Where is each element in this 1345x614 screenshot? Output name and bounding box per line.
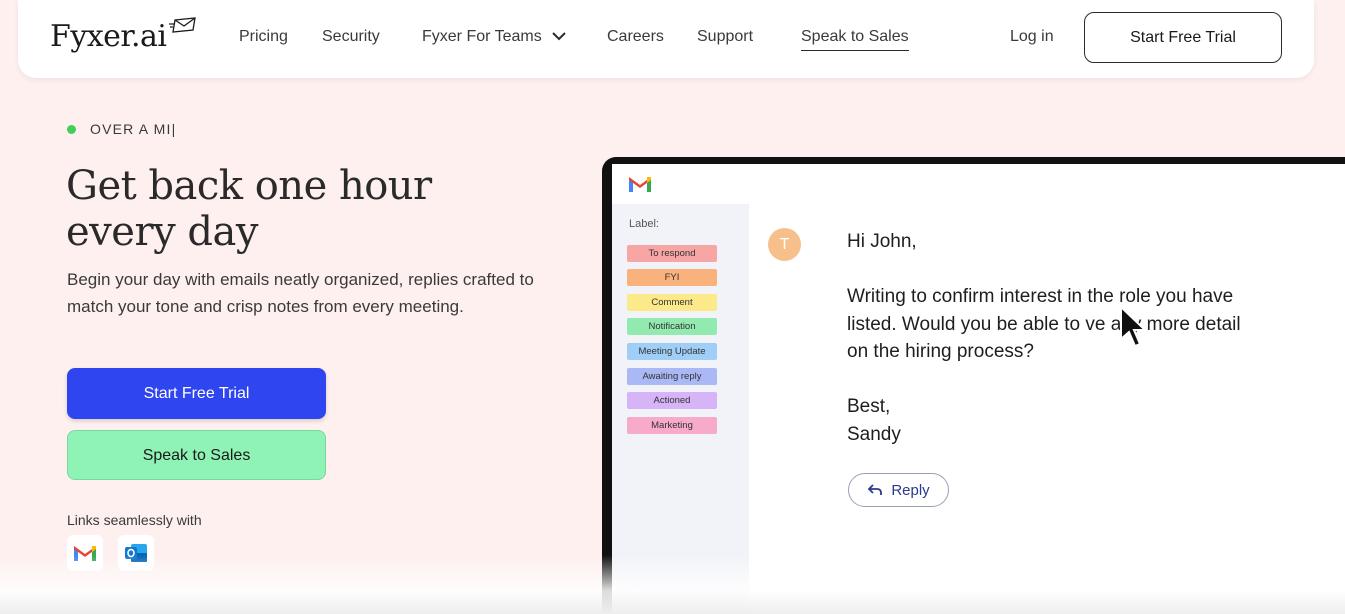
reply-arrow-icon [868, 484, 883, 495]
email-line-2: listed. Would you be able to ve any more… [847, 313, 1241, 335]
gmail-header [612, 164, 1345, 204]
label-to-respond[interactable]: To respond [627, 245, 717, 262]
reply-button[interactable]: Reply [848, 473, 949, 507]
gmail-icon [67, 535, 103, 571]
nav-speak-to-sales[interactable]: Speak to Sales [801, 27, 909, 51]
nav-careers[interactable]: Careers [607, 27, 664, 47]
label-sidebar: Label: To respond FYI Comment Notificati… [612, 204, 749, 614]
label-actioned[interactable]: Actioned [627, 392, 717, 409]
brand-logo[interactable]: Fyxer.ai [50, 16, 197, 56]
email-greeting: Hi John, [847, 231, 917, 252]
gmail-logo-icon [626, 174, 654, 199]
login-link[interactable]: Log in [1010, 27, 1054, 47]
email-body: Hi John, Writing to confirm interest in … [847, 228, 1337, 448]
label-awaiting-reply[interactable]: Awaiting reply [627, 368, 717, 385]
hero-badge: OVER A MI| [67, 121, 176, 137]
email-line-3: on the hiring process? [847, 341, 1034, 362]
avatar: T [768, 228, 801, 261]
email-signature: Sandy [847, 423, 901, 445]
label-marketing[interactable]: Marketing [627, 417, 717, 434]
reply-label: Reply [891, 481, 930, 499]
headline-line-2: every day [66, 209, 258, 255]
status-dot-icon [67, 124, 76, 134]
email-line-1: Writing to confirm interest in the role … [847, 286, 1234, 307]
nav-support[interactable]: Support [697, 27, 753, 47]
speak-to-sales-button[interactable]: Speak to Sales [67, 430, 326, 480]
gmail-mockup-screen: Label: To respond FYI Comment Notificati… [612, 164, 1345, 614]
nav-pricing[interactable]: Pricing [239, 27, 288, 47]
label-meeting-update[interactable]: Meeting Update [627, 343, 717, 360]
outlook-icon [118, 535, 154, 571]
label-comment[interactable]: Comment [627, 294, 717, 311]
nav-start-trial-button[interactable]: Start Free Trial [1084, 12, 1282, 63]
mouse-cursor-icon [1118, 304, 1148, 354]
label-notification[interactable]: Notification [627, 318, 717, 335]
nav-fyxer-for-teams[interactable]: Fyxer For Teams [422, 27, 566, 47]
email-signoff: Best, [847, 396, 891, 417]
chevron-down-icon [552, 27, 566, 47]
headline-line-1: Get back one hour [66, 163, 432, 209]
top-navbar: Fyxer.ai Pricing Security Fyxer For Team… [18, 0, 1314, 78]
start-free-trial-button[interactable]: Start Free Trial [67, 368, 326, 419]
nav-teams-label: Fyxer For Teams [422, 28, 542, 46]
hero-headline: Get back one hour every day [66, 163, 536, 255]
logo-envelope-icon [168, 16, 197, 41]
label-title: Label: [629, 218, 659, 230]
nav-security[interactable]: Security [322, 27, 380, 47]
logo-text: Fyxer.ai [50, 19, 167, 54]
integrations-label: Links seamlessly with [67, 512, 202, 528]
badge-text: OVER A MI| [90, 121, 177, 137]
hero-subtext: Begin your day with emails neatly organi… [67, 270, 534, 316]
label-fyi[interactable]: FYI [627, 269, 717, 286]
